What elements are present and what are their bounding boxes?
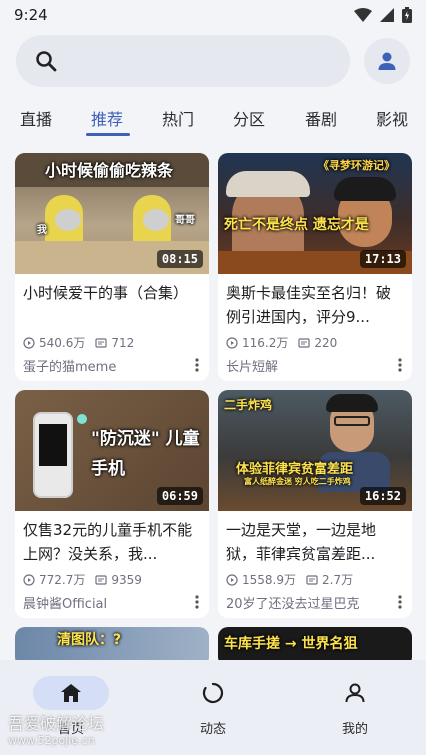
thumbnail-tag: 《寻梦环游记》 — [318, 159, 395, 172]
video-card[interactable]: 《寻梦环游记》 死亡不是终点 遗忘才是 17:13 奥斯卡最佳实至名归！破例引进… — [218, 153, 412, 381]
danmaku-count: 9359 — [111, 572, 142, 587]
status-time: 9:24 — [14, 6, 48, 24]
person-icon — [378, 52, 396, 70]
play-count-icon — [23, 573, 35, 586]
video-title: 小时候爱干的事（合集） — [23, 284, 189, 302]
signal-icon — [380, 8, 394, 22]
video-stats: 1558.9万 2.7万 — [226, 571, 353, 588]
battery-icon — [402, 7, 412, 23]
video-title: 一边是天堂，一边是地狱，菲律宾贫富差距... — [226, 521, 377, 563]
wifi-icon — [354, 8, 372, 22]
video-duration: 16:52 — [359, 487, 406, 505]
activity-icon — [202, 682, 224, 704]
tab-movies[interactable]: 影视 — [376, 106, 408, 130]
status-icons — [354, 7, 412, 23]
tab-live[interactable]: 直播 — [20, 106, 52, 130]
video-thumbnail: 小时候偷偷吃辣条 我 哥哥 08:15 — [15, 153, 209, 274]
video-thumbnail: "防沉迷" 儿童手机 06:59 — [15, 390, 209, 511]
tab-anime[interactable]: 番剧 — [305, 106, 337, 130]
danmaku-icon — [306, 574, 318, 585]
channel-name[interactable]: 蛋子的猫meme — [23, 356, 116, 375]
search-icon — [36, 51, 57, 72]
nav-activity-pill — [175, 676, 251, 710]
video-title: 奥斯卡最佳实至名归！破例引进国内，评分9... — [226, 284, 392, 326]
play-count-icon — [226, 336, 238, 349]
tab-recommend[interactable]: 推荐 — [91, 106, 123, 130]
view-count: 116.2万 — [242, 336, 289, 350]
nav-profile-label: 我的 — [341, 722, 368, 737]
play-count-icon — [226, 573, 238, 586]
thumbnail-caption: 体验菲律宾贫富差距 — [236, 462, 354, 477]
nav-activity[interactable]: 动态 — [168, 676, 258, 737]
video-title: 仅售32元的儿童手机不能上网？没关系，我... — [23, 521, 193, 563]
more-options-icon[interactable] — [394, 593, 406, 611]
home-icon — [61, 684, 81, 702]
danmaku-count: 2.7万 — [322, 573, 354, 587]
danmaku-count: 712 — [111, 335, 135, 350]
view-count: 772.7万 — [39, 573, 86, 587]
watermark: 吾爱破解论坛 www.52pojie.cn — [8, 710, 104, 747]
video-thumbnail: 《寻梦环游记》 死亡不是终点 遗忘才是 17:13 — [218, 153, 412, 274]
bottom-navigation: 首页 动态 我的 吾爱破解论坛 www.52pojie.cn — [0, 660, 426, 755]
channel-name[interactable]: 长片短解 — [226, 356, 278, 375]
channel-name[interactable]: 晨钟酱Official — [23, 593, 107, 612]
active-tab-indicator — [86, 133, 130, 136]
view-count: 540.6万 — [39, 336, 86, 350]
video-thumbnail: 二手炸鸡 体验菲律宾贫富差距 富人纸醉金迷 穷人吃二手炸鸡 16:52 — [218, 390, 412, 511]
search-input[interactable] — [16, 35, 350, 87]
tab-hot[interactable]: 热门 — [162, 106, 194, 130]
video-stats: 540.6万 712 — [23, 334, 134, 351]
nav-profile-pill — [317, 676, 393, 710]
person-icon — [345, 683, 365, 703]
nav-home-pill — [33, 676, 109, 710]
video-stats: 772.7万 9359 — [23, 571, 142, 588]
thumbnail-caption: "防沉迷" 儿童手机 — [91, 429, 200, 479]
top-bar — [16, 34, 410, 88]
nav-activity-label: 动态 — [199, 722, 226, 737]
more-options-icon[interactable] — [394, 356, 406, 374]
watermark-line2: www.52pojie.cn — [8, 734, 95, 747]
thumbnail-tag: 二手炸鸡 — [224, 398, 273, 412]
thumbnail-caption: 死亡不是终点 遗忘才是 — [224, 217, 369, 233]
danmaku-count: 220 — [314, 335, 338, 350]
more-options-icon[interactable] — [191, 356, 203, 374]
watermark-line1: 吾爱破解论坛 — [8, 714, 105, 733]
video-card[interactable]: 小时候偷偷吃辣条 我 哥哥 08:15 小时候爱干的事（合集） 540.6万 7… — [15, 153, 209, 381]
tab-category[interactable]: 分区 — [233, 106, 265, 130]
video-card[interactable]: 二手炸鸡 体验菲律宾贫富差距 富人纸醉金迷 穷人吃二手炸鸡 16:52 一边是天… — [218, 390, 412, 618]
category-tabs: 直播 推荐 热门 分区 番剧 影视 — [0, 100, 426, 136]
thumbnail-caption: 清图队：? — [57, 632, 122, 648]
danmaku-icon — [95, 337, 107, 348]
status-bar: 9:24 — [0, 0, 426, 30]
thumbnail-label-left: 我 — [37, 225, 47, 236]
play-count-icon — [23, 336, 35, 349]
video-duration: 06:59 — [156, 487, 203, 505]
thumbnail-caption: 小时候偷偷吃辣条 — [45, 161, 174, 180]
thumbnail-caption: 车库手搓 → 世界名狙 — [224, 636, 358, 652]
thumbnail-label-right: 哥哥 — [175, 215, 195, 226]
video-card[interactable]: "防沉迷" 儿童手机 06:59 仅售32元的儿童手机不能上网？没关系，我...… — [15, 390, 209, 618]
account-button[interactable] — [364, 38, 410, 84]
nav-profile[interactable]: 我的 — [310, 676, 400, 737]
video-duration: 08:15 — [156, 250, 203, 268]
view-count: 1558.9万 — [242, 573, 296, 587]
thumbnail-subcaption: 富人纸醉金迷 穷人吃二手炸鸡 — [244, 477, 351, 486]
danmaku-icon — [95, 574, 107, 585]
video-stats: 116.2万 220 — [226, 334, 337, 351]
video-duration: 17:13 — [359, 250, 406, 268]
more-options-icon[interactable] — [191, 593, 203, 611]
danmaku-icon — [298, 337, 310, 348]
channel-name[interactable]: 20岁了还没去过星巴克 — [226, 593, 360, 612]
